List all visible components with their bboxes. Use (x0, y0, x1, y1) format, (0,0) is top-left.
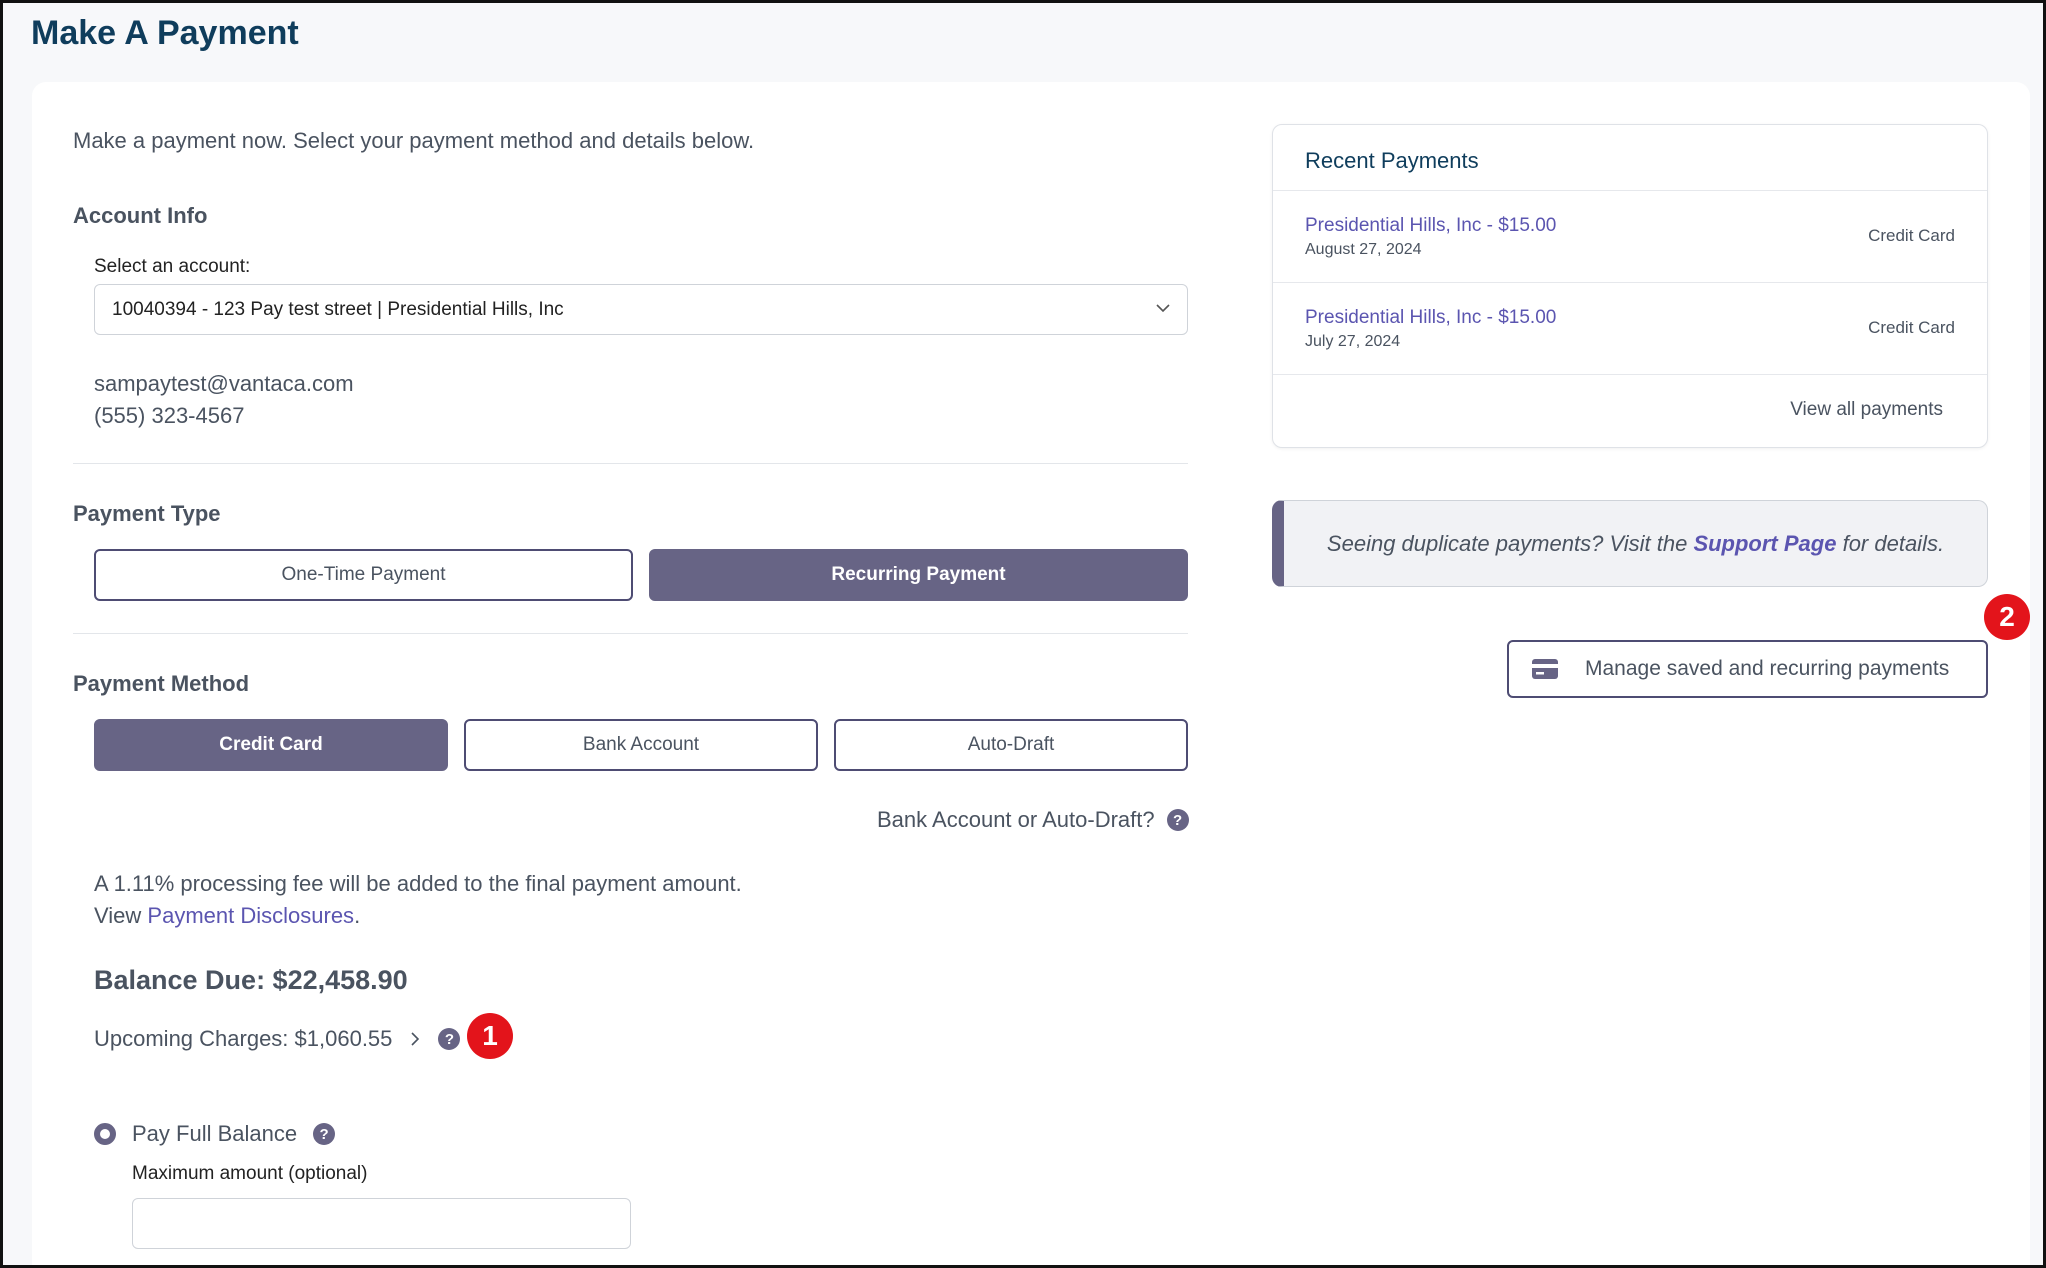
credit-card-icon (1532, 659, 1558, 679)
upcoming-charges[interactable]: Upcoming Charges: $1,060.55 ? (94, 1026, 461, 1052)
processing-fee-text: A 1.11% processing fee will be added to … (94, 871, 742, 896)
payment-type-heading: Payment Type (73, 501, 221, 526)
notice-prefix: Seeing duplicate payments? Visit the (1326, 530, 1688, 556)
select-account-label: Select an account: (94, 256, 251, 277)
upcoming-charges-text: Upcoming Charges: $1,060.55 (94, 1026, 393, 1051)
account-phone: (555) 323-4567 (94, 403, 245, 428)
question-circle-icon[interactable]: ? (313, 1123, 336, 1145)
page-title: Make A Payment (31, 14, 299, 52)
chevron-down-icon (1156, 304, 1170, 313)
credit-card-button[interactable]: Credit Card (94, 719, 448, 771)
recurring-payment-button[interactable]: Recurring Payment (649, 549, 1188, 601)
account-info-heading: Account Info (73, 203, 208, 228)
manage-saved-recurring-label: Manage saved and recurring payments (1585, 657, 1950, 680)
manage-saved-recurring-button[interactable]: Manage saved and recurring payments (1507, 640, 1988, 698)
intro-text: Make a payment now. Select your payment … (73, 128, 755, 153)
recent-payment-method: Credit Card (1868, 226, 1955, 245)
list-item[interactable]: Presidential Hills, Inc - $15.00 July 27… (1273, 282, 1987, 374)
pay-full-balance-radio[interactable] (94, 1123, 116, 1145)
bank-or-autodraft-help-text: Bank Account or Auto-Draft? (877, 807, 1155, 832)
bank-or-autodraft-help[interactable]: Bank Account or Auto-Draft? ? (877, 807, 1189, 833)
view-all-payments-link[interactable]: View all payments (1790, 399, 1943, 421)
question-circle-icon[interactable]: ? (1166, 809, 1189, 831)
notice-suffix: for details. (1842, 530, 1945, 556)
pay-full-balance-label: Pay Full Balance (132, 1121, 298, 1146)
divider (73, 633, 1188, 634)
list-item[interactable]: Presidential Hills, Inc - $15.00 August … (1273, 190, 1987, 282)
account-email: sampaytest@vantaca.com (94, 371, 354, 396)
annotation-marker-1: 1 (467, 1013, 513, 1059)
recent-payments-heading: Recent Payments (1305, 148, 1479, 173)
recent-payment-title[interactable]: Presidential Hills, Inc - $15.00 (1305, 307, 1556, 329)
balance-due: Balance Due: $22,458.90 (94, 965, 408, 995)
chevron-right-icon[interactable] (406, 1030, 424, 1048)
period: . (354, 903, 361, 928)
support-page-link[interactable]: Support Page (1693, 531, 1836, 556)
recent-payment-date: July 27, 2024 (1305, 333, 1401, 350)
maximum-amount-label: Maximum amount (optional) (132, 1163, 368, 1184)
payment-disclosures-link[interactable]: Payment Disclosures (147, 903, 354, 928)
pay-full-balance-option[interactable]: Pay Full Balance ? (132, 1121, 336, 1147)
recent-payment-date: August 27, 2024 (1305, 241, 1422, 258)
duplicate-payments-notice: Seeing duplicate payments? Visit the Sup… (1272, 500, 1988, 587)
recent-payments-footer: View all payments (1273, 374, 1987, 447)
recent-payment-method: Credit Card (1868, 318, 1955, 337)
annotation-marker-2: 2 (1984, 594, 2030, 640)
question-circle-icon[interactable]: ? (438, 1028, 461, 1050)
view-prefix: View (94, 903, 142, 928)
disclosures-line: View Payment Disclosures. (94, 903, 360, 929)
bank-account-button[interactable]: Bank Account (464, 719, 818, 771)
account-select[interactable]: 10040394 - 123 Pay test street | Preside… (94, 284, 1188, 335)
payment-method-heading: Payment Method (73, 671, 250, 696)
recent-payments-panel: Recent Payments Presidential Hills, Inc … (1272, 124, 1988, 448)
account-select-value: 10040394 - 123 Pay test street | Preside… (112, 298, 564, 320)
maximum-amount-input[interactable] (132, 1198, 631, 1249)
divider (73, 463, 1188, 464)
one-time-payment-button[interactable]: One-Time Payment (94, 549, 633, 601)
auto-draft-button[interactable]: Auto-Draft (834, 719, 1188, 771)
recent-payment-title[interactable]: Presidential Hills, Inc - $15.00 (1305, 215, 1556, 237)
